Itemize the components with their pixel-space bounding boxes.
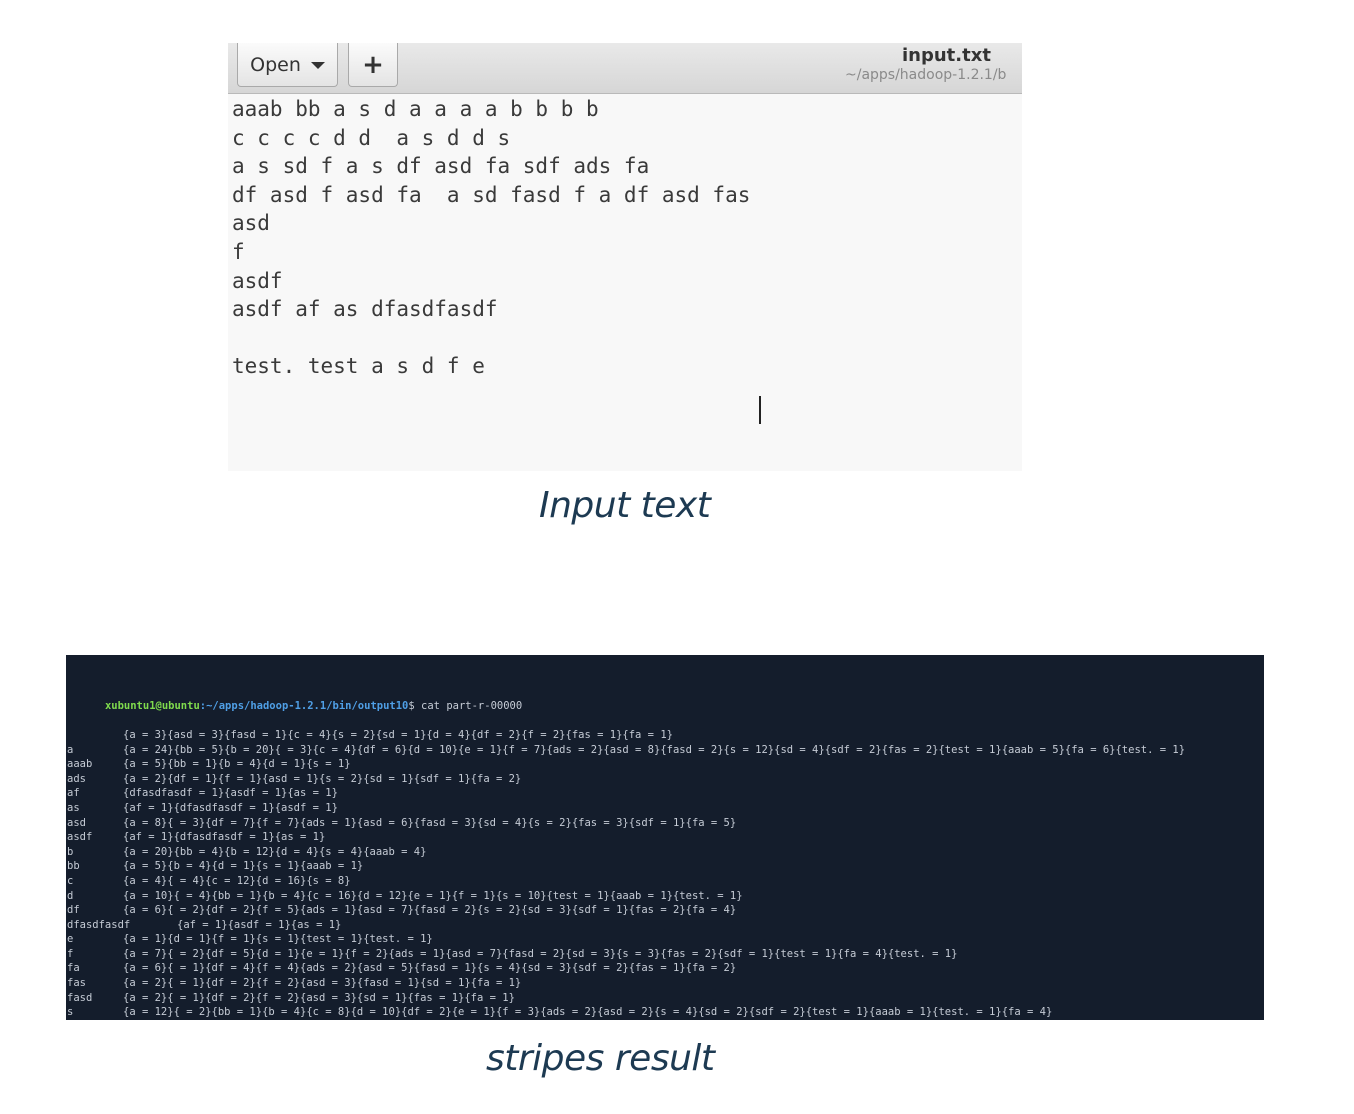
terminal-row: fa {a = 6}{ = 1}{df = 4}{f = 4}{ads = 2}{… [67, 961, 736, 976]
prompt-path: :~/apps/hadoop-1.2.1/bin/output10 [199, 699, 409, 712]
terminal-row: s {a = 12}{ = 2}{bb = 1}{b = 4}{c = 8}{d … [67, 1005, 1052, 1020]
terminal-row: b {a = 20}{bb = 4}{b = 12}{d = 4}{s = 4}{… [67, 845, 522, 860]
editor-line: c c c c d d a s d d s [232, 125, 511, 150]
editor-line: asd [232, 211, 270, 236]
terminal-row-value: {a = 1}{d = 1}{f = 1}{s = 1}{test = 1}{t… [123, 933, 433, 946]
open-button[interactable]: Open [237, 43, 338, 87]
terminal-row: asdf {af = 1}{dfasdfasdf = 1}{as = 1} [67, 830, 522, 845]
terminal-row: asd {a = 8}{ = 3}{df = 7}{f = 7}{ads = 1}… [67, 816, 736, 831]
terminal-row-value: {a = 3}{asd = 3}{fasd = 1}{c = 4}{s = 2}… [123, 728, 673, 741]
terminal-row-key: e [67, 933, 74, 946]
terminal-row: bb {a = 5}{b = 4}{d = 1}{s = 1}{aaab = 1} [67, 859, 522, 874]
terminal-row-key: b [67, 845, 74, 858]
prompt-command: $ cat part-r-00000 [408, 699, 523, 712]
plus-icon: + [362, 49, 384, 80]
editor-line: asdf af as dfasdfasdf [232, 297, 498, 322]
editor-line: aaab bb a s d a a a a b b b b [232, 97, 599, 121]
editor-line: f [232, 239, 245, 264]
terminal-row: aaab {a = 5}{bb = 1}{b = 4}{d = 1}{s = 1} [67, 757, 522, 772]
terminal-row-key: f [67, 947, 74, 960]
terminal-row: as {af = 1}{dfasdfasdf = 1}{asdf = 1} [67, 801, 522, 816]
terminal-row-value: {a = 2}{ = 1}{df = 2}{f = 2}{asd = 3}{sd… [123, 991, 515, 1004]
terminal-row-key: asdf [67, 831, 93, 844]
terminal-row-key: c [67, 874, 74, 887]
file-path: ~/apps/hadoop-1.2.1/b [845, 67, 1007, 83]
editor-line: a s sd f a s df asd fa sdf ads fa [232, 154, 650, 179]
terminal-row-value: {a = 2}{ = 1}{df = 2}{f = 2}{asd = 3}{fa… [123, 977, 522, 990]
terminal-row-value: {a = 5}{b = 4}{d = 1}{s = 1}{aaab = 1} [123, 860, 364, 873]
terminal-row: {a = 3}{asd = 3}{fasd = 1}{c = 4}{s = 2}… [67, 728, 673, 743]
open-button-label: Open [250, 53, 301, 76]
terminal-row-key: ads [67, 772, 86, 785]
text-cursor [759, 396, 761, 424]
terminal-row-key: a [67, 743, 74, 756]
editor-line: asdf [232, 268, 283, 293]
text-editor-window: Open + input.txt ~/apps/hadoop-1.2.1/b a… [228, 43, 1022, 471]
terminal-row: e {a = 1}{d = 1}{f = 1}{s = 1}{test = 1}{… [67, 932, 522, 947]
terminal-row-value: {a = 4}{ = 4}{c = 12}{d = 16}{s = 8} [123, 874, 351, 887]
input-text-caption: Input text [539, 485, 711, 526]
terminal-row: a {a = 24}{bb = 5}{b = 20}{ = 3}{c = 4}{d… [67, 743, 1185, 758]
editor-line: test. test a s d f e [232, 354, 498, 379]
terminal-row-value: {af = 1}{dfasdfasdf = 1}{asdf = 1} [123, 801, 338, 814]
terminal-row-key: fasd [67, 991, 93, 1004]
terminal-row-value: {af = 1}{dfasdfasdf = 1}{as = 1} [123, 831, 326, 844]
terminal-row-value: {dfasdfasdf = 1}{asdf = 1}{as = 1} [123, 787, 338, 800]
terminal-prompt-line: xubuntu1@ubuntu:~/apps/hadoop-1.2.1/bin/… [67, 684, 522, 712]
terminal-row-key: fas [67, 977, 86, 990]
terminal-row-value: {a = 20}{bb = 4}{b = 12}{d = 4}{s = 4}{a… [123, 845, 427, 858]
terminal-row: dfasdfasdf {af = 1}{asdf = 1}{as = 1} [67, 918, 522, 933]
terminal-row-value: {a = 8}{ = 3}{df = 7}{f = 7}{ads = 1}{as… [123, 816, 737, 829]
file-title: input.txt [902, 45, 991, 66]
terminal-row-value: {a = 5}{bb = 1}{b = 4}{d = 1}{s = 1} [123, 758, 351, 771]
terminal-row-value: {a = 24}{bb = 5}{b = 20}{ = 3}{c = 4}{df… [123, 743, 1186, 756]
editor-toolbar: Open + input.txt ~/apps/hadoop-1.2.1/b [228, 43, 1022, 94]
terminal-row-key: asd [67, 816, 86, 829]
terminal-row-value: {a = 10}{ = 4}{bb = 1}{b = 4}{c = 16}{d … [123, 889, 743, 902]
terminal-row: f {a = 7}{ = 2}{df = 5}{d = 1}{e = 1}{f =… [67, 947, 957, 962]
terminal-row-key: df [67, 904, 80, 917]
terminal-row: df {a = 6}{ = 2}{df = 2}{f = 5}{ads = 1}{… [67, 903, 736, 918]
terminal-row-key: as [67, 801, 80, 814]
terminal-row-value: {a = 12}{ = 2}{bb = 1}{b = 4}{c = 8}{d =… [123, 1006, 1053, 1019]
terminal-row-key: s [67, 1006, 74, 1019]
chevron-down-icon [310, 62, 325, 69]
terminal-row-key: dfasdfasdf [67, 918, 131, 931]
terminal-row-value: {a = 6}{ = 2}{df = 2}{f = 5}{ads = 1}{as… [123, 904, 737, 917]
terminal-row-key: d [67, 889, 74, 902]
editor-text-area[interactable]: aaab bb a s d a a a a b b b b c c c c d d… [232, 95, 1020, 381]
terminal-row-value: {a = 7}{ = 2}{df = 5}{d = 1}{e = 1}{f = … [123, 947, 958, 960]
terminal-row: c {a = 4}{ = 4}{c = 12}{d = 16}{s = 8} [67, 874, 522, 889]
terminal-window[interactable]: xubuntu1@ubuntu:~/apps/hadoop-1.2.1/bin/… [66, 655, 1264, 1020]
terminal-row-value: {af = 1}{asdf = 1}{as = 1} [177, 918, 342, 931]
terminal-row: d {a = 10}{ = 4}{bb = 1}{b = 4}{c = 16}{d… [67, 889, 743, 904]
terminal-row-key: aaab [67, 758, 93, 771]
terminal-output: xubuntu1@ubuntu:~/apps/hadoop-1.2.1/bin/… [67, 655, 1185, 1020]
terminal-row: ads {a = 2}{df = 1}{f = 1}{asd = 1}{s = 2… [67, 772, 522, 787]
editor-line: df asd f asd fa a sd fasd f a df asd fas [232, 182, 751, 207]
terminal-row-value: {a = 6}{ = 1}{df = 4}{f = 4}{ads = 2}{as… [123, 962, 737, 975]
terminal-row-key: fa [67, 962, 80, 975]
new-tab-button[interactable]: + [348, 43, 398, 87]
stripes-result-caption: stripes result [486, 1038, 715, 1079]
terminal-row: fasd {a = 2}{ = 1}{df = 2}{f = 2}{asd = 3… [67, 991, 522, 1006]
terminal-row: af {dfasdfasdf = 1}{asdf = 1}{as = 1} [67, 786, 522, 801]
terminal-row-key: bb [67, 860, 80, 873]
terminal-row-value: {a = 2}{df = 1}{f = 1}{asd = 1}{s = 2}{s… [123, 772, 522, 785]
terminal-row: fas {a = 2}{ = 1}{df = 2}{f = 2}{asd = 3}… [67, 976, 522, 991]
prompt-user: xubuntu1@ubuntu [104, 699, 200, 712]
terminal-row-key: af [67, 787, 80, 800]
